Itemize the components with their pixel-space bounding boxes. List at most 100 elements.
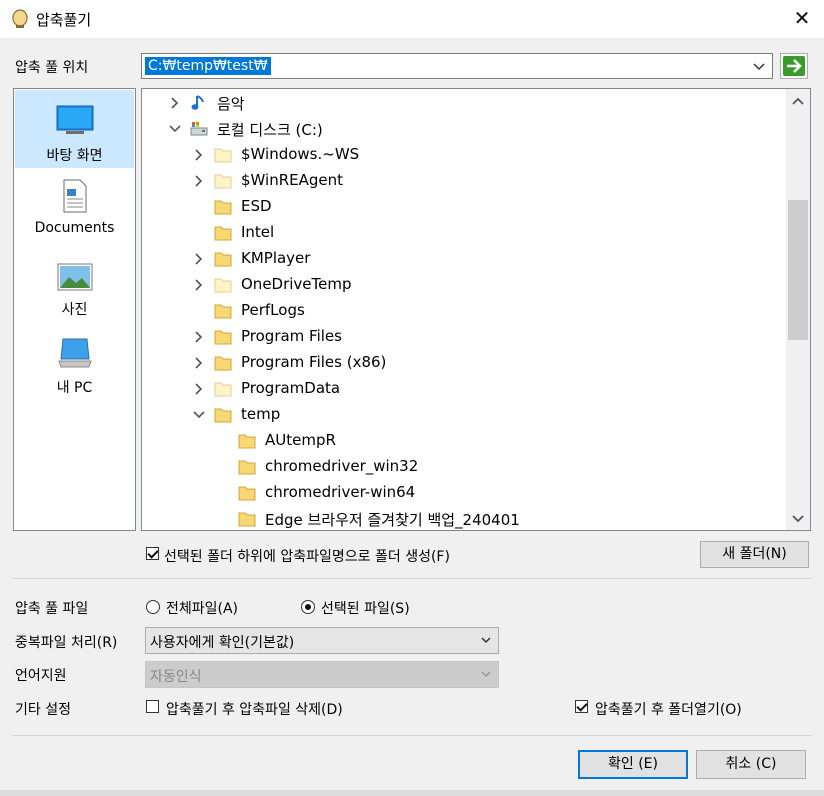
divider bbox=[13, 578, 811, 579]
folder-icon bbox=[214, 226, 232, 241]
tree-item[interactable]: Intel bbox=[142, 220, 788, 246]
music-icon bbox=[191, 95, 204, 110]
tree-item-label: ProgramData bbox=[241, 379, 341, 397]
tree-item-label: Intel bbox=[241, 223, 275, 241]
duplicate-select[interactable]: 사용자에게 확인(기본값) bbox=[145, 627, 499, 654]
place-label: 내 PC bbox=[56, 380, 93, 396]
tree-item[interactable]: chromedriver-win64 bbox=[142, 480, 788, 506]
ok-button[interactable]: 확인 (E) bbox=[578, 750, 688, 779]
place-pictures[interactable]: 사진 bbox=[15, 257, 134, 321]
chevron-right-icon[interactable] bbox=[193, 330, 205, 344]
open-after-checkbox[interactable] bbox=[575, 700, 588, 713]
tree-item[interactable]: $WinREAgent bbox=[142, 168, 788, 194]
tree-item-label: KMPlayer bbox=[241, 249, 311, 267]
folder-pale-icon bbox=[214, 278, 232, 293]
tree-item[interactable]: 음악 bbox=[142, 90, 788, 116]
tree-item[interactable]: Program Files (x86) bbox=[142, 350, 788, 376]
duplicate-label: 중복파일 처리(R) bbox=[15, 635, 118, 651]
desktop-icon bbox=[56, 105, 93, 134]
folder-icon bbox=[214, 408, 232, 423]
tree-item-label: temp bbox=[241, 405, 281, 423]
chevron-down-icon[interactable] bbox=[750, 56, 768, 76]
place-label: 사진 bbox=[61, 302, 88, 318]
close-button[interactable]: ✕ bbox=[790, 6, 814, 30]
folder-icon bbox=[214, 356, 232, 371]
chevron-right-icon[interactable] bbox=[193, 278, 205, 292]
tree-item-label: ESD bbox=[241, 197, 272, 215]
other-settings-label: 기타 설정 bbox=[15, 702, 71, 718]
tree-item-label: chromedriver_win32 bbox=[265, 457, 419, 475]
tree-item[interactable]: Program Files bbox=[142, 324, 788, 350]
folder-icon bbox=[238, 486, 256, 501]
chevron-right-icon[interactable] bbox=[193, 382, 205, 396]
folder-icon bbox=[238, 434, 256, 449]
folder-icon bbox=[214, 330, 232, 345]
scroll-down-icon[interactable] bbox=[791, 513, 805, 525]
folder-pale-icon bbox=[214, 148, 232, 163]
all-files-radio[interactable] bbox=[146, 600, 160, 614]
place-computer[interactable]: 내 PC bbox=[15, 333, 134, 399]
tree-item[interactable]: 로컬 디스크 (C:) bbox=[142, 116, 788, 142]
tree-item-label: Program Files bbox=[241, 327, 342, 345]
tree-item-label: 음악 bbox=[217, 95, 245, 113]
tree-item[interactable]: ESD bbox=[142, 194, 788, 220]
place-documents[interactable]: Documents bbox=[15, 177, 134, 245]
tree-item[interactable]: PerfLogs bbox=[142, 298, 788, 324]
scrollbar-thumb[interactable] bbox=[788, 200, 808, 340]
place-label: Documents bbox=[34, 220, 115, 236]
tree-item[interactable]: Edge 브라우저 즐겨찾기 백업_240401 bbox=[142, 506, 788, 530]
extract-files-label: 압축 풀 파일 bbox=[15, 601, 89, 617]
place-desktop[interactable]: 바탕 화면 bbox=[15, 90, 134, 168]
folder-icon bbox=[238, 460, 256, 475]
places-bar: 바탕 화면 Documents 사진 내 PC bbox=[13, 88, 136, 531]
path-combobox[interactable]: C:₩temp₩test₩ bbox=[141, 53, 773, 79]
cancel-button[interactable]: 취소 (C) bbox=[696, 750, 806, 779]
open-after-label: 압축풀기 후 폴더열기(O) bbox=[595, 702, 742, 718]
delete-after-label: 압축풀기 후 압축파일 삭제(D) bbox=[166, 702, 343, 718]
folder-tree[interactable]: 음악로컬 디스크 (C:) $Windows.~WS $WinREAgent ESD I… bbox=[141, 88, 811, 531]
computer-icon bbox=[57, 338, 92, 368]
tree-item[interactable]: temp bbox=[142, 402, 788, 428]
place-label: 바탕 화면 bbox=[46, 148, 103, 164]
app-icon bbox=[12, 9, 28, 28]
scroll-up-icon[interactable] bbox=[791, 95, 805, 107]
duplicate-select-value: 사용자에게 확인(기본값) bbox=[150, 635, 295, 651]
chevron-right-icon[interactable] bbox=[193, 252, 205, 266]
chevron-down-icon bbox=[481, 637, 491, 644]
tree-item-label: Program Files (x86) bbox=[241, 353, 387, 371]
pictures-icon bbox=[57, 263, 92, 291]
chevron-right-icon[interactable] bbox=[169, 96, 181, 110]
chevron-down-icon[interactable] bbox=[169, 122, 181, 136]
drive-icon bbox=[190, 122, 208, 136]
bottom-strip bbox=[0, 790, 824, 796]
chevron-right-icon[interactable] bbox=[193, 356, 205, 370]
folder-pale-icon bbox=[214, 382, 232, 397]
tree-item[interactable]: OneDriveTemp bbox=[142, 272, 788, 298]
tree-item[interactable]: KMPlayer bbox=[142, 246, 788, 272]
folder-icon bbox=[238, 512, 256, 527]
folder-icon bbox=[214, 304, 232, 319]
new-folder-button[interactable]: 새 폴더(N) bbox=[700, 541, 809, 568]
go-button[interactable] bbox=[780, 53, 808, 79]
all-files-label: 전체파일(A) bbox=[166, 601, 239, 617]
chevron-right-icon[interactable] bbox=[193, 148, 205, 162]
arrow-right-icon bbox=[783, 56, 805, 76]
chevron-right-icon[interactable] bbox=[193, 174, 205, 188]
documents-icon bbox=[63, 179, 86, 213]
tree-item[interactable]: ProgramData bbox=[142, 376, 788, 402]
tree-item-label: OneDriveTemp bbox=[241, 275, 352, 293]
tree-item[interactable]: AUtempR bbox=[142, 428, 788, 454]
tree-item-label: $WinREAgent bbox=[241, 171, 344, 189]
tree-item[interactable]: $Windows.~WS bbox=[142, 142, 788, 168]
delete-after-checkbox[interactable] bbox=[146, 700, 159, 713]
create-subfolder-checkbox[interactable] bbox=[146, 547, 159, 560]
title-bar bbox=[0, 0, 824, 38]
path-input[interactable]: C:₩temp₩test₩ bbox=[145, 57, 271, 75]
chevron-down-icon[interactable] bbox=[193, 408, 205, 422]
tree-item[interactable]: chromedriver_win32 bbox=[142, 454, 788, 480]
selected-files-radio[interactable] bbox=[301, 600, 315, 614]
tree-item-label: Edge 브라우저 즐겨찾기 백업_240401 bbox=[265, 511, 520, 529]
language-label: 언어지원 bbox=[15, 668, 67, 684]
tree-item-label: 로컬 디스크 (C:) bbox=[217, 121, 323, 139]
selected-files-label: 선택된 파일(S) bbox=[321, 601, 410, 617]
